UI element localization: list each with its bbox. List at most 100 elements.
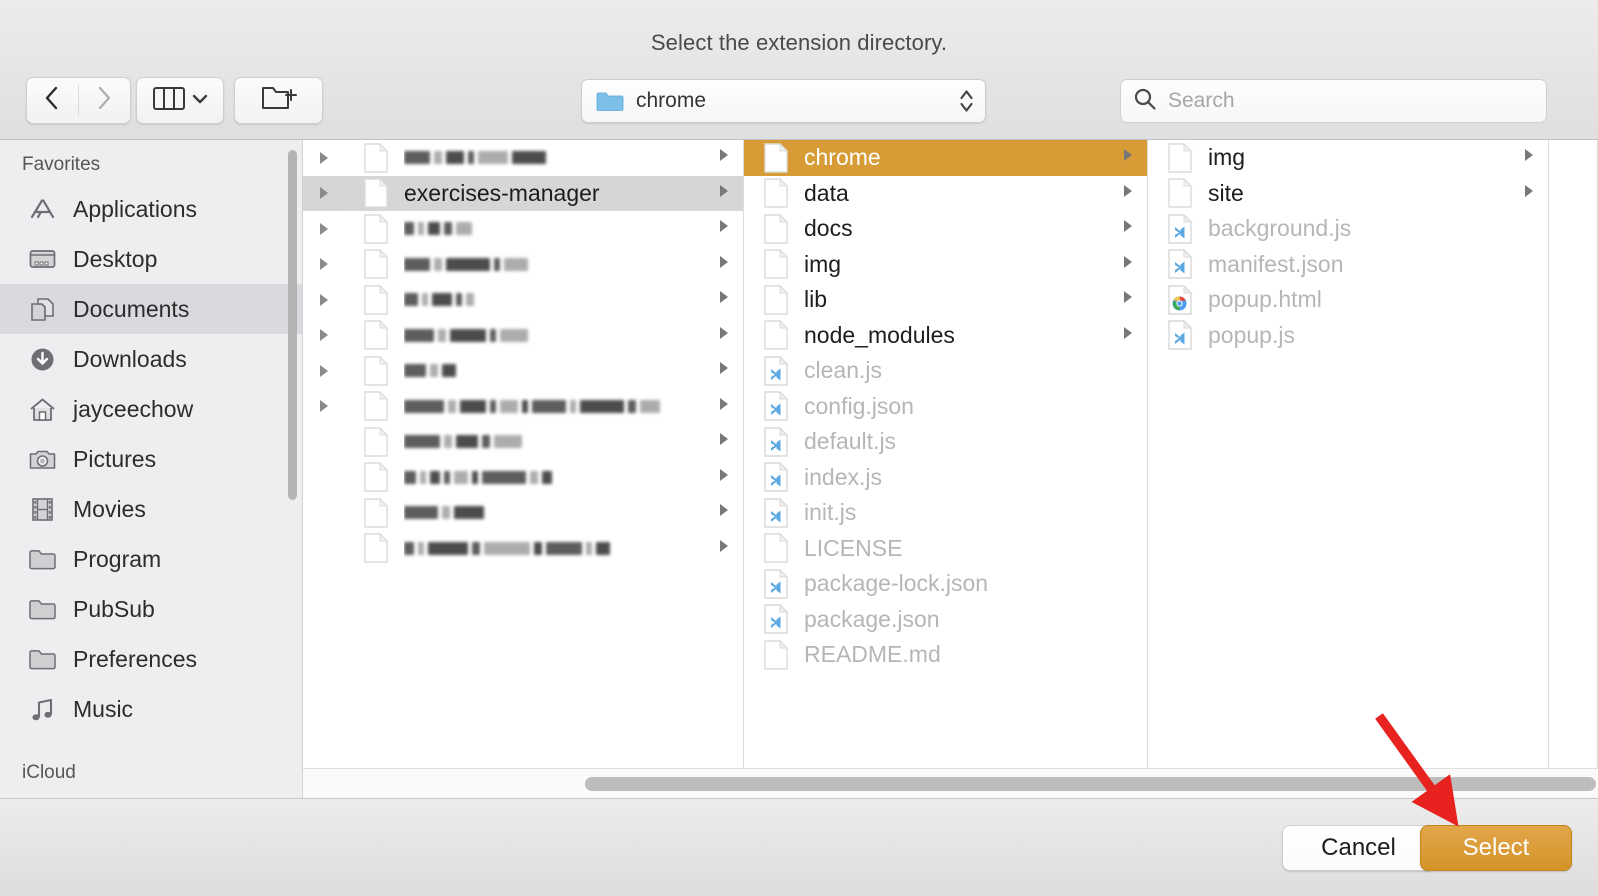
disclosure-triangle-icon[interactable] bbox=[1121, 254, 1135, 275]
disclosure-triangle-icon[interactable] bbox=[1121, 325, 1135, 346]
column-1[interactable]: exercises-manager bbox=[344, 140, 744, 798]
vscode-file-icon bbox=[761, 391, 791, 421]
list-item[interactable]: docs bbox=[744, 211, 1147, 247]
column-3[interactable]: img site background.js manifest.json popup.h… bbox=[1148, 140, 1549, 798]
list-item[interactable]: exercises-manager bbox=[344, 175, 743, 211]
list-item[interactable]: img bbox=[744, 247, 1147, 283]
sidebar-section-header: Favorites bbox=[22, 154, 101, 175]
list-item[interactable] bbox=[344, 282, 743, 318]
sidebar-item-label: Desktop bbox=[73, 245, 158, 272]
column-0-row[interactable] bbox=[303, 140, 344, 176]
folder-icon bbox=[595, 86, 625, 116]
list-item[interactable]: node_modules bbox=[744, 318, 1147, 354]
column-0-row[interactable] bbox=[303, 282, 344, 318]
disclosure-triangle-icon[interactable] bbox=[1121, 147, 1135, 168]
search-input[interactable]: Search bbox=[1168, 89, 1235, 113]
disclosure-triangle-icon[interactable] bbox=[717, 183, 731, 204]
folder-icon bbox=[761, 178, 791, 208]
horizontal-scrollbar-thumb[interactable] bbox=[585, 777, 1596, 791]
sidebar-scrollbar[interactable] bbox=[288, 150, 297, 500]
disclosure-triangle-icon[interactable] bbox=[1121, 289, 1135, 310]
column-0-row[interactable] bbox=[303, 211, 344, 247]
sidebar-item-pictures[interactable]: Pictures bbox=[0, 434, 302, 484]
list-item[interactable]: popup.js bbox=[1148, 318, 1548, 354]
forward-button[interactable] bbox=[78, 85, 130, 116]
disclosure-triangle-icon[interactable] bbox=[1121, 183, 1135, 204]
sidebar-item-applications[interactable]: Applications bbox=[0, 184, 302, 234]
sidebar-item-downloads[interactable]: Downloads bbox=[0, 334, 302, 384]
disclosure-triangle-icon[interactable] bbox=[717, 431, 731, 452]
column-0-row[interactable] bbox=[303, 175, 344, 211]
list-item[interactable]: chrome bbox=[744, 140, 1147, 176]
disclosure-triangle-icon[interactable] bbox=[1522, 183, 1536, 204]
sidebar-item-jayceechow[interactable]: jayceechow bbox=[0, 384, 302, 434]
list-item[interactable] bbox=[344, 389, 743, 425]
list-item[interactable] bbox=[344, 495, 743, 531]
list-item[interactable]: package-lock.json bbox=[744, 566, 1147, 602]
list-item[interactable] bbox=[344, 318, 743, 354]
list-item[interactable] bbox=[344, 353, 743, 389]
disclosure-triangle-icon[interactable] bbox=[1522, 147, 1536, 168]
plain-file-icon bbox=[364, 462, 389, 492]
column-0-row[interactable] bbox=[303, 318, 344, 354]
folder-icon bbox=[28, 645, 57, 674]
list-item[interactable]: popup.html bbox=[1148, 282, 1548, 318]
sidebar-item-music[interactable]: Music bbox=[0, 684, 302, 734]
folder-icon bbox=[361, 497, 391, 528]
sidebar-item-documents[interactable]: Documents bbox=[0, 284, 302, 334]
list-item[interactable]: README.md bbox=[744, 637, 1147, 673]
disclosure-triangle-icon[interactable] bbox=[1121, 218, 1135, 239]
list-item[interactable]: img bbox=[1148, 140, 1548, 176]
list-item[interactable] bbox=[344, 211, 743, 247]
search-field[interactable]: Search bbox=[1120, 79, 1547, 123]
sidebar-item-preferences[interactable]: Preferences bbox=[0, 634, 302, 684]
view-mode-button[interactable] bbox=[136, 77, 224, 124]
sidebar-item-pubsub[interactable]: PubSub bbox=[0, 584, 302, 634]
new-folder-button[interactable] bbox=[234, 77, 323, 124]
list-item[interactable]: init.js bbox=[744, 495, 1147, 531]
disclosure-triangle-icon[interactable] bbox=[717, 538, 731, 559]
list-item[interactable] bbox=[344, 140, 743, 176]
sidebar-item-movies[interactable]: Movies bbox=[0, 484, 302, 534]
disclosure-triangle-icon[interactable] bbox=[717, 502, 731, 523]
cancel-button[interactable]: Cancel bbox=[1282, 825, 1435, 871]
list-item[interactable] bbox=[344, 531, 743, 567]
list-item[interactable] bbox=[344, 460, 743, 496]
sidebar-item-desktop[interactable]: Desktop bbox=[0, 234, 302, 284]
disclosure-triangle-icon[interactable] bbox=[717, 218, 731, 239]
list-item[interactable]: clean.js bbox=[744, 353, 1147, 389]
column-2[interactable]: chrome data docs img lib node_modules clean.js… bbox=[744, 140, 1148, 798]
list-item[interactable]: LICENSE bbox=[744, 531, 1147, 567]
list-item[interactable]: data bbox=[744, 176, 1147, 212]
disclosure-triangle-icon[interactable] bbox=[717, 254, 731, 275]
disclosure-triangle-icon[interactable] bbox=[717, 289, 731, 310]
list-item[interactable]: site bbox=[1148, 176, 1548, 212]
list-item[interactable]: background.js bbox=[1148, 211, 1548, 247]
select-button[interactable]: Select bbox=[1420, 825, 1572, 871]
disclosure-triangle-icon[interactable] bbox=[717, 467, 731, 488]
list-item[interactable]: default.js bbox=[744, 424, 1147, 460]
column-0-row[interactable] bbox=[303, 389, 344, 425]
list-item[interactable]: package.json bbox=[744, 602, 1147, 638]
path-popup-button[interactable]: chrome bbox=[581, 79, 986, 123]
column-0-row[interactable] bbox=[303, 247, 344, 283]
disclosure-triangle-icon[interactable] bbox=[717, 325, 731, 346]
column-0-stub[interactable] bbox=[303, 140, 344, 798]
disclosure-triangle-icon[interactable] bbox=[717, 147, 731, 168]
list-item-label-redacted bbox=[404, 536, 704, 560]
list-item[interactable]: lib bbox=[744, 282, 1147, 318]
horizontal-scrollbar-track[interactable] bbox=[303, 768, 1598, 798]
column-0-row[interactable] bbox=[303, 353, 344, 389]
list-item[interactable]: manifest.json bbox=[1148, 247, 1548, 283]
list-item[interactable]: config.json bbox=[744, 389, 1147, 425]
column-4-stub[interactable] bbox=[1549, 140, 1598, 798]
sidebar-item-program[interactable]: Program bbox=[0, 534, 302, 584]
disclosure-triangle-icon[interactable] bbox=[717, 396, 731, 417]
back-button[interactable] bbox=[27, 85, 79, 116]
disclosure-triangle-icon[interactable] bbox=[717, 360, 731, 381]
list-item[interactable] bbox=[344, 247, 743, 283]
list-item[interactable]: index.js bbox=[744, 460, 1147, 496]
list-item[interactable] bbox=[344, 424, 743, 460]
disclosure-triangle-icon bbox=[1124, 326, 1132, 339]
plain-file-icon bbox=[764, 142, 789, 173]
